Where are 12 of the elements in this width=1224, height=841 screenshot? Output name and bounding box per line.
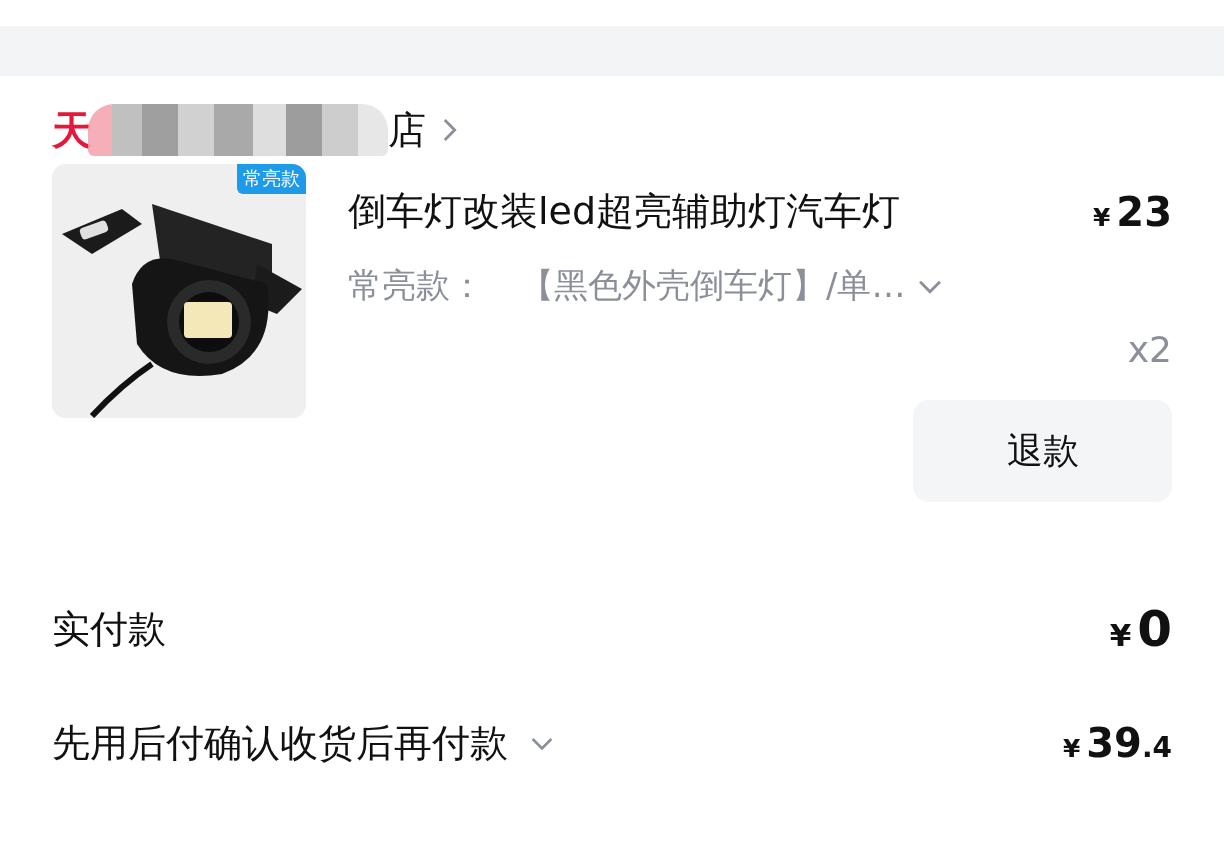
spec-label: 常亮款： [348, 264, 484, 307]
summary-amount: ¥0 [1109, 600, 1172, 658]
summary-amount: ¥39.4 [1062, 720, 1172, 766]
product-title[interactable]: 倒车灯改装led超亮辅助灯汽车灯 [348, 186, 901, 237]
store-logo: 天 [52, 105, 92, 155]
quantity: x2 [1127, 329, 1172, 370]
summary-label: 实付款 [52, 605, 166, 653]
product-price: ¥23 [1093, 188, 1172, 235]
summary-label: 先用后付确认收货后再付款 [52, 719, 508, 767]
refund-button[interactable]: 退款 [913, 400, 1172, 502]
product-badge: 常亮款 [237, 164, 306, 194]
store-name[interactable]: 店 [388, 104, 426, 156]
